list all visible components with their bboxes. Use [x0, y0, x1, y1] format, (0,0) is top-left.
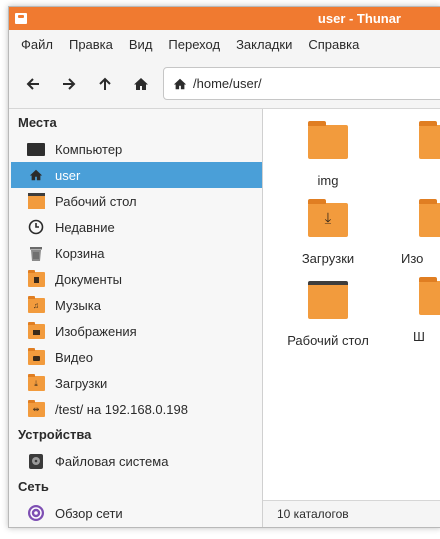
sidebar-item-label: Загрузки	[55, 375, 108, 391]
computer-icon	[27, 140, 45, 158]
status-text: 10 каталогов	[277, 507, 349, 521]
folder-icon	[419, 121, 440, 159]
title-bar[interactable]: user - Thunar	[9, 7, 440, 30]
sidebar-item-recent[interactable]: Недавние	[11, 214, 262, 240]
sidebar-item-label: Изображения	[55, 323, 137, 339]
menu-go[interactable]: Переход	[160, 30, 228, 60]
file-item[interactable]: Рабочий стол	[273, 281, 383, 348]
music-folder-icon: ♫	[27, 295, 45, 314]
up-button[interactable]	[93, 72, 117, 96]
sidebar-item-browse-network[interactable]: Обзор сети	[11, 500, 262, 526]
file-name: img	[317, 173, 339, 188]
thunar-window: user - Thunar Файл Правка Вид Переход За…	[8, 6, 440, 528]
folder-icon	[419, 277, 440, 315]
sidebar-item-downloads[interactable]: ⤓ Загрузки	[11, 370, 262, 396]
file-name: Рабочий стол	[287, 333, 369, 348]
sidebar-item-pictures[interactable]: Изображения	[11, 318, 262, 344]
places-header: Места	[18, 115, 57, 130]
documents-folder-icon	[27, 269, 45, 288]
desktop-folder-icon	[308, 281, 348, 319]
menu-view[interactable]: Вид	[121, 30, 161, 60]
window-menu-icon[interactable]	[15, 13, 27, 24]
status-bar: 10 каталогов	[263, 500, 440, 527]
sidebar-item-label: Документы	[55, 271, 123, 287]
toolbar: /home/user/	[9, 60, 440, 109]
arrow-up-icon	[99, 77, 111, 90]
file-name: Ш	[413, 329, 425, 344]
sidebar-item-label: user	[55, 167, 81, 183]
file-item-partial[interactable]: Изо	[383, 199, 440, 266]
video-folder-icon	[27, 347, 45, 366]
arrow-left-icon	[26, 78, 39, 90]
sidebar-item-label: Музыка	[55, 297, 101, 313]
sidebar-item-trash[interactable]: Корзина	[11, 240, 262, 266]
pictures-folder-icon	[27, 321, 45, 340]
sidebar-item-filesystem[interactable]: Файловая система	[11, 448, 262, 474]
menu-bar: Файл Правка Вид Переход Закладки Справка	[9, 30, 440, 60]
menu-edit[interactable]: Правка	[61, 30, 121, 60]
sidebar-item-label: Компьютер	[55, 141, 123, 157]
sidebar-item-user[interactable]: user	[11, 162, 262, 188]
downloads-folder-icon: ⤓	[308, 199, 348, 237]
home-button[interactable]	[129, 72, 153, 96]
network-folder-icon: ⇹	[27, 399, 45, 418]
sidebar-item-label: Обзор сети	[55, 505, 123, 521]
network-header: Сеть	[18, 479, 49, 494]
desktop-icon	[27, 192, 45, 210]
clock-icon	[27, 218, 45, 236]
arrow-right-icon	[63, 78, 76, 90]
window-title: user - Thunar	[317, 11, 401, 26]
sidebar-item-computer[interactable]: Компьютер	[11, 136, 262, 162]
sidebar-item-desktop[interactable]: Рабочий стол	[11, 188, 262, 214]
trash-icon	[27, 244, 45, 262]
menu-help[interactable]: Справка	[300, 30, 367, 60]
network-icon	[27, 504, 45, 522]
sidebar-item-label: Файловая система	[55, 453, 169, 469]
downloads-folder-icon: ⤓	[27, 373, 45, 392]
file-item-partial[interactable]	[383, 121, 440, 159]
sidebar-item-label: Видео	[55, 349, 93, 365]
sidebar-item-documents[interactable]: Документы	[11, 266, 262, 292]
folder-icon	[308, 121, 348, 159]
sidebar-item-label: Корзина	[55, 245, 105, 261]
file-item[interactable]: ⤓ Загрузки	[273, 199, 383, 266]
sidebar-item-music[interactable]: ♫ Музыка	[11, 292, 262, 318]
file-name: Изо	[401, 251, 424, 266]
sidebar-item-video[interactable]: Видео	[11, 344, 262, 370]
forward-button[interactable]	[57, 72, 81, 96]
menu-bookmarks[interactable]: Закладки	[228, 30, 300, 60]
location-home-icon	[173, 77, 187, 91]
location-path: /home/user/	[193, 76, 262, 91]
menu-file[interactable]: Файл	[13, 30, 61, 60]
folder-icon	[419, 199, 440, 237]
sidebar-item-label: /test/ на 192.168.0.198	[55, 401, 188, 417]
file-view[interactable]: img ⤓ Загрузки Рабочий стол Изо Ш 10 кат…	[263, 109, 440, 527]
file-name: Загрузки	[301, 251, 355, 266]
devices-header: Устройства	[18, 427, 92, 442]
location-bar[interactable]: /home/user/	[163, 67, 440, 100]
sidebar: Места Компьютер user Рабочий стол Недавн…	[9, 109, 263, 527]
home-icon	[134, 78, 148, 90]
sidebar-item-label: Рабочий стол	[55, 193, 137, 209]
home-icon	[27, 166, 45, 184]
file-item[interactable]: img	[273, 121, 383, 188]
file-item-partial[interactable]: Ш	[383, 277, 440, 344]
sidebar-item-label: Недавние	[55, 219, 115, 235]
back-button[interactable]	[21, 72, 45, 96]
sidebar-item-remote-test[interactable]: ⇹ /test/ на 192.168.0.198	[11, 396, 262, 422]
drive-icon	[27, 452, 45, 470]
